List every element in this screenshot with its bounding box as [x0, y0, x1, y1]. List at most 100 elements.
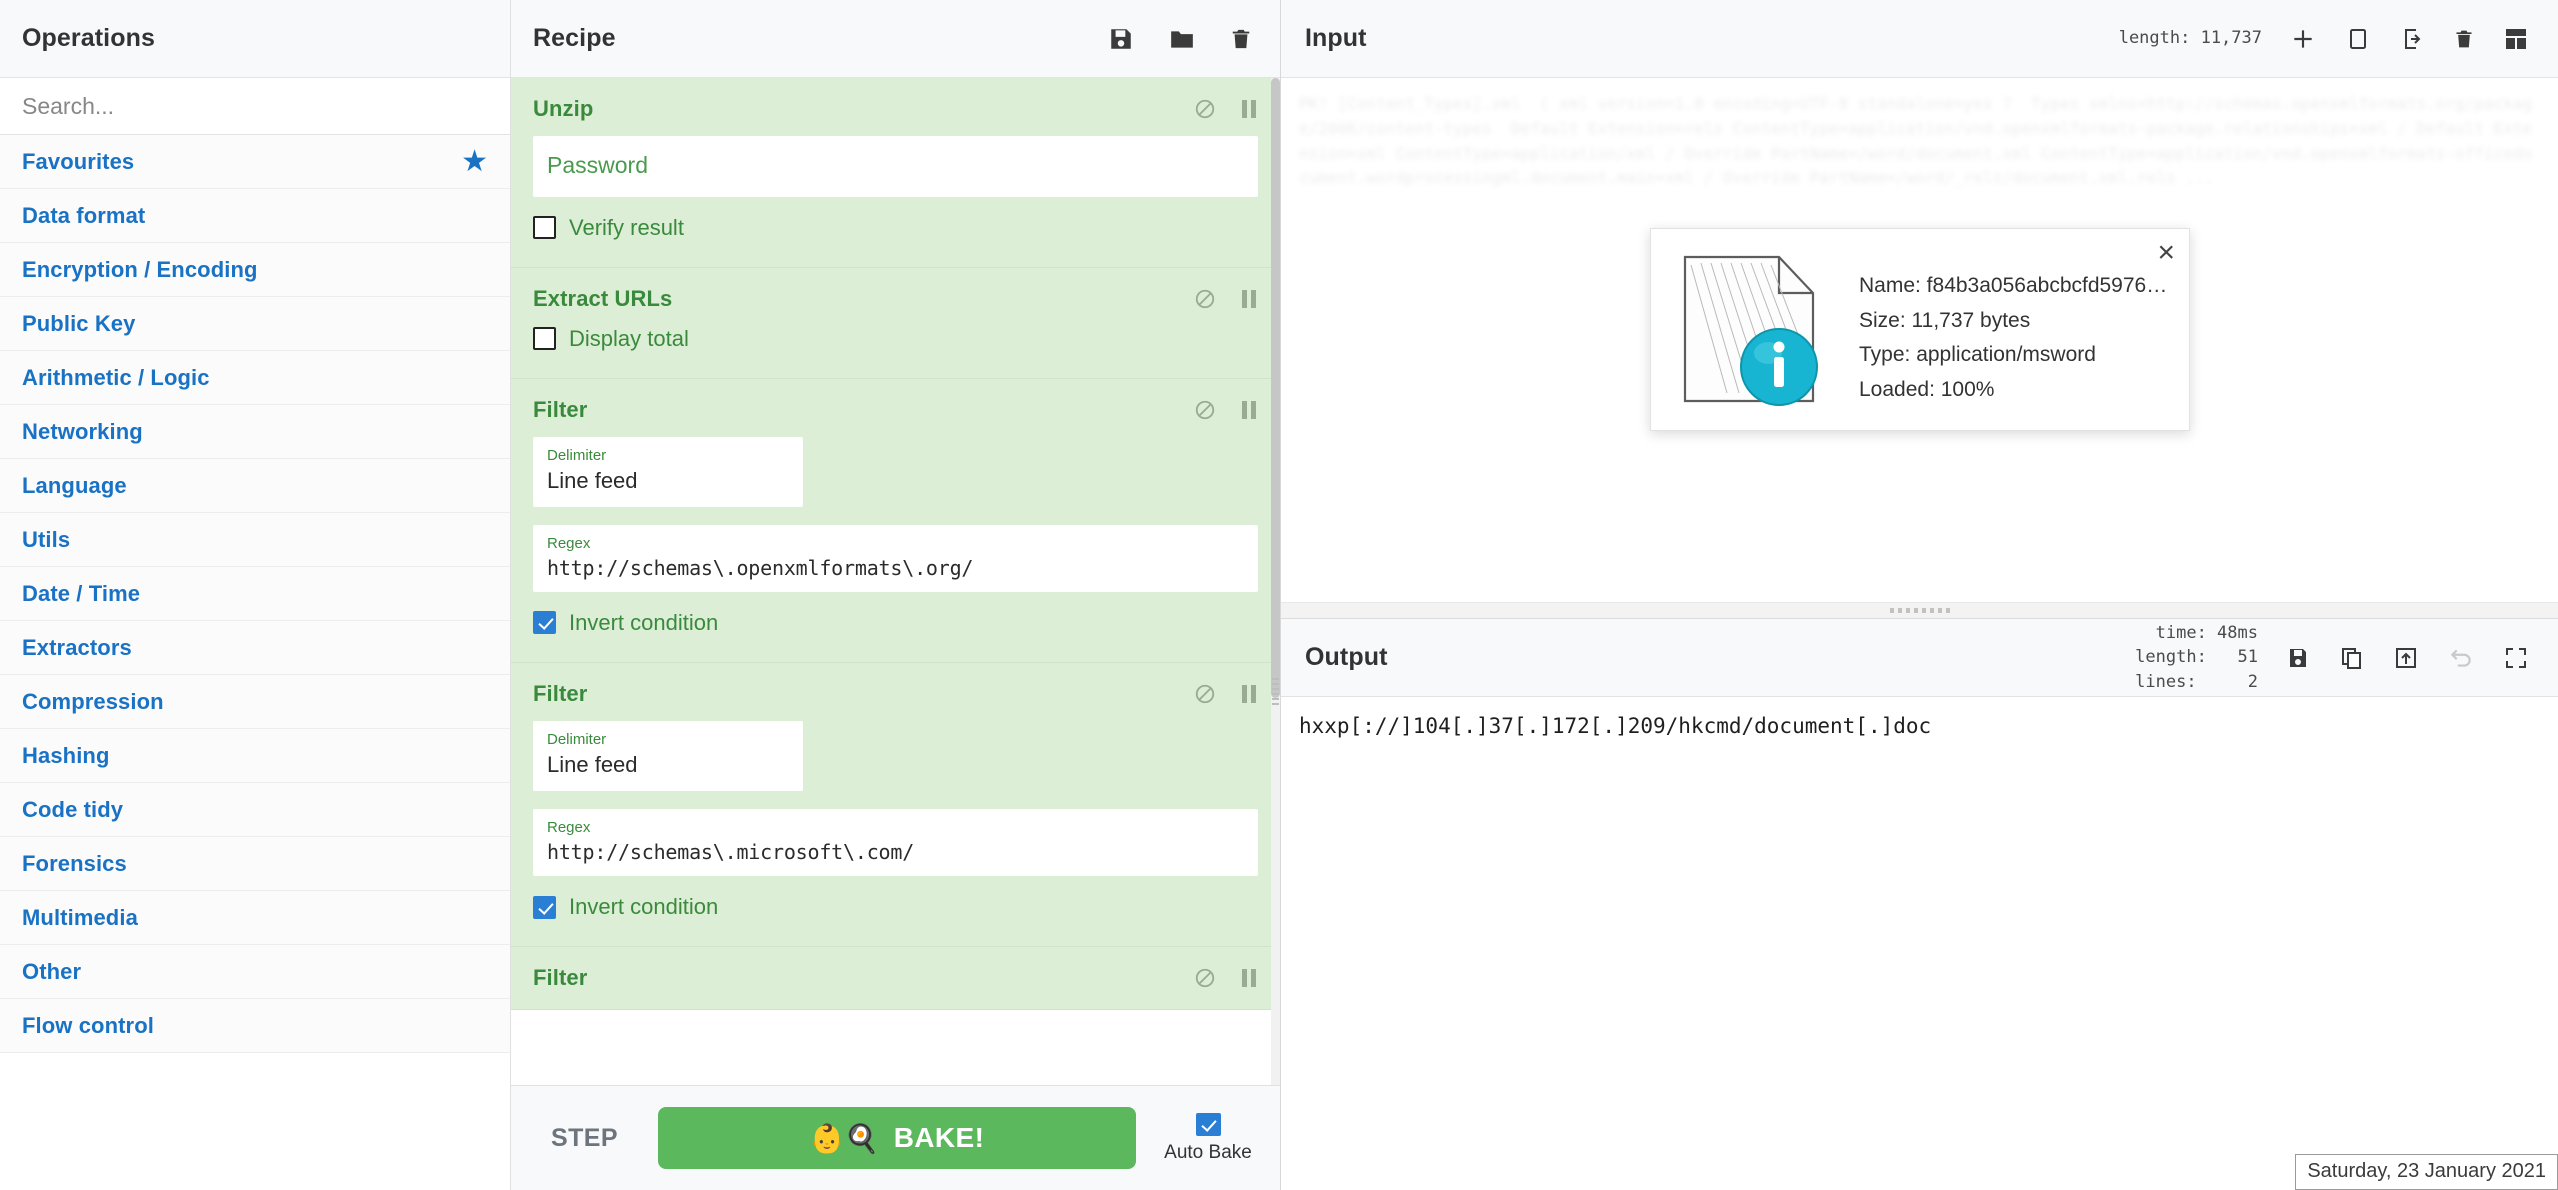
io-splitter[interactable]: [1281, 602, 2558, 619]
operation-controls: [1194, 399, 1258, 421]
operation-checkbox[interactable]: [533, 216, 556, 239]
regex-label: Regex: [547, 818, 1244, 838]
trash-icon[interactable]: [2454, 26, 2474, 52]
file-info-thumbnail-icon: [1667, 243, 1837, 415]
date-status: Saturday, 23 January 2021: [2295, 1154, 2558, 1190]
operations-title-bar: Operations: [0, 0, 510, 78]
undo-icon[interactable]: [2448, 645, 2474, 671]
operation-controls: [1194, 288, 1258, 310]
recipe-operation[interactable]: Filter Delimiter Line feed Regex http://sche…: [511, 663, 1280, 947]
close-icon[interactable]: ×: [2157, 238, 2175, 268]
auto-bake-control[interactable]: Auto Bake: [1158, 1113, 1258, 1164]
operation-controls: [1194, 967, 1258, 989]
sidebar-item-label: Multimedia: [22, 905, 138, 931]
splitter-grip-icon: [1890, 608, 1950, 613]
input-header-right: length: 11,737: [2119, 26, 2528, 52]
recipe-title-bar: Recipe: [511, 0, 1280, 78]
output-stats: time: 48ms length: 51 lines: 2: [2135, 621, 2258, 693]
plus-icon[interactable]: [2290, 26, 2316, 52]
open-file-icon[interactable]: [2400, 26, 2424, 52]
folder-open-icon[interactable]: [2346, 26, 2370, 52]
pause-breakpoint-icon[interactable]: [1240, 683, 1258, 705]
sidebar-item-extractors[interactable]: Extractors: [0, 621, 510, 675]
operation-checkbox[interactable]: [533, 327, 556, 350]
disable-operation-icon[interactable]: [1194, 967, 1216, 989]
sidebar-item-language[interactable]: Language: [0, 459, 510, 513]
sidebar-item-date-time[interactable]: Date / Time: [0, 567, 510, 621]
sidebar-item-code-tidy[interactable]: Code tidy: [0, 783, 510, 837]
operation-checkbox[interactable]: [533, 611, 556, 634]
recipe-operation[interactable]: Filter Delimiter Line feed Regex http://sche…: [511, 379, 1280, 663]
operations-search-row[interactable]: [0, 78, 510, 135]
operation-category-list: Favourites ★ Data format Encryption / Encod…: [0, 135, 510, 1190]
sidebar-item-label: Encryption / Encoding: [22, 257, 258, 283]
recipe-operation[interactable]: Filter: [511, 947, 1280, 1010]
file-info-card: Name: f84b3a056abcbcfd5976afe8... Size: …: [1650, 228, 2190, 431]
folder-icon[interactable]: [1168, 26, 1196, 52]
operation-checkbox-row[interactable]: Display total: [533, 326, 1258, 352]
operation-checkbox-label: Invert condition: [569, 610, 718, 636]
trash-icon[interactable]: [1230, 26, 1252, 52]
regex-field[interactable]: Regex http://schemas\.openxmlformats\.org…: [533, 525, 1258, 592]
sidebar-item-utils[interactable]: Utils: [0, 513, 510, 567]
delimiter-field[interactable]: Delimiter Line feed: [533, 721, 803, 791]
auto-bake-checkbox[interactable]: [1196, 1113, 1221, 1136]
sidebar-item-compression[interactable]: Compression: [0, 675, 510, 729]
sidebar-item-label: Extractors: [22, 635, 132, 661]
sidebar-item-networking[interactable]: Networking: [0, 405, 510, 459]
output-textarea[interactable]: hxxp[://]104[.]37[.]172[.]209/hkcmd/docu…: [1281, 697, 2558, 1190]
recipe-operation[interactable]: Unzip Password Verify result: [511, 78, 1280, 268]
recipe-operation[interactable]: Extract URLs Display total: [511, 268, 1280, 379]
regex-field[interactable]: Regex http://schemas\.microsoft\.com/: [533, 809, 1258, 876]
bake-button[interactable]: 👶‍🍳 BAKE!: [658, 1107, 1136, 1169]
sidebar-item-forensics[interactable]: Forensics: [0, 837, 510, 891]
operation-header: Filter: [533, 965, 1258, 991]
pause-breakpoint-icon[interactable]: [1240, 288, 1258, 310]
password-placeholder: Password: [547, 145, 1244, 186]
delimiter-field[interactable]: Delimiter Line feed: [533, 437, 803, 507]
star-icon[interactable]: ★: [461, 147, 488, 177]
sidebar-item-arithmetic-logic[interactable]: Arithmetic / Logic: [0, 351, 510, 405]
search-input[interactable]: [0, 78, 510, 134]
sidebar-item-public-key[interactable]: Public Key: [0, 297, 510, 351]
file-type: Type: application/msword: [1859, 338, 2173, 373]
pause-breakpoint-icon[interactable]: [1240, 399, 1258, 421]
input-length: length: 11,737: [2119, 26, 2262, 50]
operation-checkbox-row[interactable]: Invert condition: [533, 894, 1258, 920]
operation-header: Extract URLs: [533, 286, 1258, 312]
step-button[interactable]: STEP: [533, 1124, 636, 1153]
disable-operation-icon[interactable]: [1194, 288, 1216, 310]
sidebar-item-other[interactable]: Other: [0, 945, 510, 999]
bake-button-label: BAKE!: [894, 1122, 985, 1154]
sidebar-item-encryption-encoding[interactable]: Encryption / Encoding: [0, 243, 510, 297]
recipe-scrollbar-thumb[interactable]: [1271, 78, 1280, 698]
save-icon[interactable]: [1108, 26, 1134, 52]
tab-layout-icon[interactable]: [2504, 27, 2528, 51]
operation-checkbox-row[interactable]: Verify result: [533, 215, 1258, 241]
disable-operation-icon[interactable]: [1194, 98, 1216, 120]
pause-breakpoint-icon[interactable]: [1240, 967, 1258, 989]
operation-title: Filter: [533, 681, 587, 707]
cyberchef-app: Operations Favourites ★ Data format Encrypt…: [0, 0, 2558, 1190]
operation-checkbox-row[interactable]: Invert condition: [533, 610, 1258, 636]
operation-checkbox-label: Display total: [569, 326, 689, 352]
maximise-icon[interactable]: [2504, 646, 2528, 670]
pause-breakpoint-icon[interactable]: [1240, 98, 1258, 120]
save-icon[interactable]: [2286, 645, 2310, 671]
operation-checkbox[interactable]: [533, 896, 556, 919]
sidebar-item-multimedia[interactable]: Multimedia: [0, 891, 510, 945]
copy-icon[interactable]: [2340, 645, 2364, 671]
recipe-scrollbar[interactable]: [1271, 78, 1280, 1085]
disable-operation-icon[interactable]: [1194, 683, 1216, 705]
regex-value: http://schemas\.openxmlformats\.org/: [547, 556, 973, 580]
sidebar-item-flow-control[interactable]: Flow control: [0, 999, 510, 1053]
recipe-resize-handle[interactable]: [1272, 678, 1279, 705]
sidebar-item-data-format[interactable]: Data format: [0, 189, 510, 243]
sidebar-item-label: Flow control: [22, 1013, 154, 1039]
sidebar-item-hashing[interactable]: Hashing: [0, 729, 510, 783]
io-panel: Input length: 11,737: [1281, 0, 2558, 1190]
replace-input-icon[interactable]: [2394, 645, 2418, 671]
sidebar-item-favourites[interactable]: Favourites ★: [0, 135, 510, 189]
password-field[interactable]: Password: [533, 136, 1258, 197]
disable-operation-icon[interactable]: [1194, 399, 1216, 421]
